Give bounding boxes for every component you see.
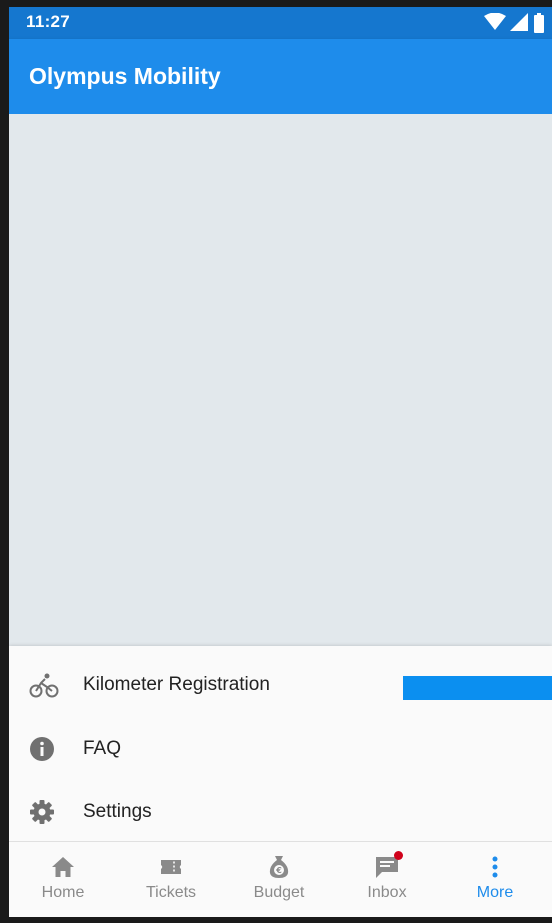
money-bag-icon: € — [269, 856, 289, 878]
nav-inbox[interactable]: Inbox — [333, 842, 441, 917]
inbox-icon-wrapper — [373, 851, 403, 880]
status-bar: 11:27 — [9, 7, 552, 39]
nav-budget[interactable]: € Budget — [225, 842, 333, 917]
nav-label: Home — [41, 884, 85, 901]
more-vertical-icon — [492, 856, 498, 878]
phone-screen: 11:27 Olympus Mobility Kilometer Registr… — [0, 0, 552, 923]
bottom-navigation: Home Tickets € Budget Inbox More — [9, 842, 552, 917]
svg-text:€: € — [275, 866, 282, 875]
menu-item-settings[interactable]: Settings — [9, 781, 552, 841]
more-menu-sheet: Kilometer Registration FAQ Settings — [9, 646, 552, 842]
cellular-signal-icon — [510, 13, 528, 31]
menu-item-label: FAQ — [83, 738, 122, 759]
menu-item-kilometer-registration[interactable]: Kilometer Registration — [9, 654, 552, 714]
progress-fill — [403, 676, 552, 700]
nav-label: More — [476, 884, 514, 901]
gear-icon — [30, 800, 54, 824]
battery-icon — [534, 13, 544, 33]
status-time: 11:27 — [26, 12, 71, 31]
nav-label: Budget — [253, 884, 305, 901]
unread-badge — [394, 851, 403, 860]
ticket-icon — [161, 860, 181, 874]
content-area — [9, 114, 552, 646]
nav-label: Inbox — [367, 884, 407, 901]
nav-tickets[interactable]: Tickets — [117, 842, 225, 917]
bicycle-icon — [29, 673, 59, 698]
menu-item-label: Kilometer Registration — [83, 674, 270, 695]
nav-home[interactable]: Home — [9, 842, 117, 917]
home-icon — [52, 857, 74, 877]
app-title: Olympus Mobility — [29, 63, 221, 89]
wifi-icon — [484, 13, 506, 30]
progress-bar — [403, 676, 552, 700]
menu-item-label: Settings — [83, 801, 152, 822]
nav-more[interactable]: More — [441, 842, 549, 917]
info-icon — [30, 737, 54, 761]
menu-item-faq[interactable]: FAQ — [9, 718, 552, 778]
app-bar: Olympus Mobility — [9, 39, 552, 114]
nav-label: Tickets — [145, 884, 197, 901]
